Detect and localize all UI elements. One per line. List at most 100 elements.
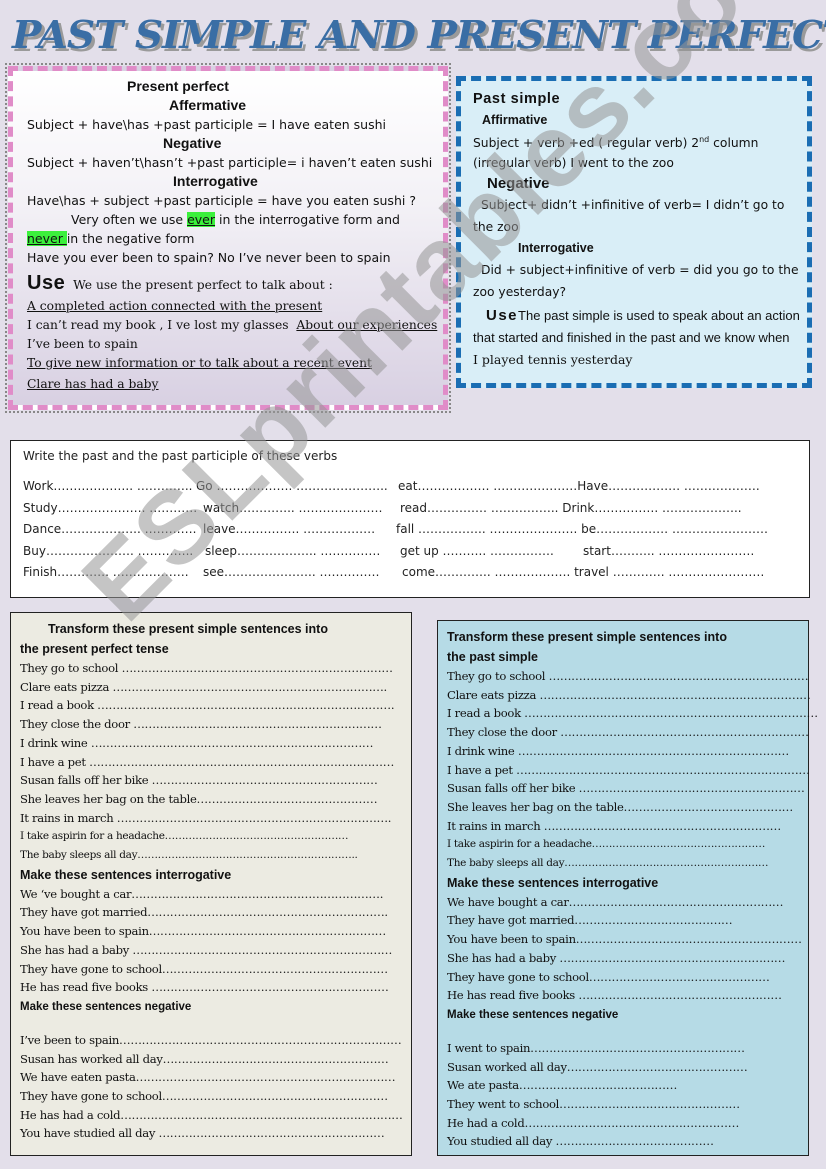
exercise-heading: the past simple xyxy=(447,650,538,664)
verb-cell[interactable]: sleep……………….. …………… xyxy=(205,541,380,563)
negative-heading: Make these sentences negative xyxy=(20,1000,192,1013)
verb-cell[interactable]: read…………… …………….. Drink……………. ……………….. xyxy=(400,498,742,520)
verb-cell[interactable]: see………………….. …………… xyxy=(203,562,379,584)
exercise-item[interactable]: We have eaten pasta………………………………………………………… xyxy=(20,1068,411,1087)
exercise-item[interactable]: Susan worked all day………………………………………… xyxy=(447,1058,808,1077)
exercise-heading: Transform these present simple sentences… xyxy=(48,622,328,636)
exercise-item[interactable]: I read a book …………………………………………………………………… xyxy=(447,704,818,723)
exercise-item[interactable]: I’ve been to spain…………………………………………………………… xyxy=(20,1031,411,1050)
verb-cell[interactable]: Dance……………….. …………. xyxy=(23,519,196,541)
exercise-item[interactable]: They have got married…………………………………………………… xyxy=(20,903,411,922)
note-text: in the negative form xyxy=(66,231,195,246)
negative-heading: Make these sentences negative xyxy=(447,1008,619,1021)
ever-never-note-cont: never in the negative form xyxy=(27,229,443,248)
verb-cell[interactable]: Buy…………………. ………….. xyxy=(23,541,193,563)
verb-cell[interactable]: Work……………….. ………….. xyxy=(23,476,192,498)
exercise-item[interactable]: They went to school………………………………………… xyxy=(447,1095,808,1114)
verbs-exercise-box: Write the past and the past participle o… xyxy=(10,440,810,598)
exercise-item[interactable]: I drink wine ………………………………………………………………… xyxy=(20,734,411,753)
verbs-row: Dance……………….. …………. leave……………. ……………… f… xyxy=(23,519,809,541)
verb-cell[interactable]: Go ………………. ………………….. xyxy=(196,476,388,498)
exercise-item[interactable]: I take aspirin for a headache……………………………… xyxy=(447,835,808,854)
exercise-item[interactable]: You have been to spain………………………………………………… xyxy=(20,922,411,941)
present-perfect-box: Present perfect Affermative Subject + ha… xyxy=(5,63,451,413)
exercise-item[interactable]: I have a pet …………………………………………………………………… xyxy=(447,761,810,780)
past-simple-exercise-box: Transform these present simple sentences… xyxy=(437,620,818,1156)
exercise-item[interactable]: I have a pet ……………………………………………………………………… xyxy=(20,753,411,772)
verb-cell[interactable]: Study…………………. ………… xyxy=(23,498,197,520)
exercise-item[interactable]: It rains in march …………………………………………………………… xyxy=(20,809,411,828)
interrogative-heading: Make these sentences interrogative xyxy=(20,867,232,882)
verbs-row: Finish…………. ………………. see………………….. …………… c… xyxy=(23,562,809,584)
exercise-item[interactable]: You studied all day …………………………………… xyxy=(447,1132,808,1151)
verb-cell[interactable]: Finish…………. ………………. xyxy=(23,562,189,584)
verb-cell[interactable]: get up ……….. ……………. xyxy=(400,541,554,563)
use-text: The past simple is used to speak about a… xyxy=(473,308,800,346)
interrogative-list: We ‘ve bought a car………………………………………………………… xyxy=(20,885,411,997)
exercise-item[interactable]: I drink wine ……………………………………………………………… xyxy=(447,742,808,761)
exercise-item[interactable]: We ‘ve bought a car………………………………………………………… xyxy=(20,885,411,904)
exercise-item[interactable]: They close the door ……………………………………………………… xyxy=(447,723,809,742)
verb-cell[interactable]: fall …………….. …………………. be……………… …………………… xyxy=(396,519,768,541)
verb-cell[interactable]: eat……………… …………………Have……………… ………………. xyxy=(398,476,760,498)
past-simple-heading: Past simple xyxy=(473,91,561,107)
highlight-never: never xyxy=(27,231,67,246)
exercise-item[interactable]: I read a book ……………………………………………………………………… xyxy=(20,696,411,715)
page-title: PAST SIMPLE AND PRESENT PERFECT xyxy=(12,12,826,57)
exercise-item[interactable]: She has had a baby ………………………………………………………… xyxy=(20,941,411,960)
use-3-example: Clare has had a baby xyxy=(27,377,159,391)
use-2: About our experiences xyxy=(296,318,438,332)
verb-cell[interactable]: watch………….. ………………… xyxy=(203,498,383,520)
transform-list: They go to school …………………………………………………………… xyxy=(447,667,818,873)
exercise-item[interactable]: We have bought a car………………………………………………… xyxy=(447,893,808,912)
exercise-item[interactable]: They have gone to school………………………………………… xyxy=(447,968,808,987)
exercise-item[interactable]: Susan falls off her bike ………………………………………… xyxy=(447,779,808,798)
exercise-item[interactable]: She has had a baby …………………………………………………… xyxy=(447,949,808,968)
superscript: nd xyxy=(699,135,710,144)
use-example: I played tennis yesterday xyxy=(473,352,633,368)
exercise-item[interactable]: They go to school …………………………………………………………… xyxy=(20,659,411,678)
use-1-example-row: I can’t read my book , I ve lost my glas… xyxy=(27,316,443,335)
negative-rule: Subject+ didn’t +infinitive of verb= I d… xyxy=(473,198,785,235)
verbs-row: Buy…………………. ………….. sleep……………….. …………… g… xyxy=(23,541,809,563)
exercise-item[interactable]: I went to spain………………………………………………… xyxy=(447,1039,808,1058)
exercise-item[interactable]: She leaves her bag on the table………………………… xyxy=(447,798,808,817)
past-simple-box: Past simple Affirmative Subject + verb +… xyxy=(456,76,812,388)
exercise-item[interactable]: Clare eats pizza ……………………………………………………………… xyxy=(20,678,411,697)
verb-cell[interactable]: start……….. …………………… xyxy=(583,541,754,563)
exercise-item[interactable]: He has had a cold……………………………………………………………… xyxy=(20,1106,411,1125)
verb-cell[interactable]: leave……………. ……………… xyxy=(203,519,375,541)
exercise-item[interactable]: We ate pasta…………………………………… xyxy=(447,1076,808,1095)
exercise-item[interactable]: They have gone to school…………………………………………… xyxy=(20,1087,411,1106)
verb-cell[interactable]: come………….. ………………. travel …………. …………………… xyxy=(402,562,764,584)
use-row: Use We use the present perfect to talk a… xyxy=(27,271,443,297)
exercise-heading: Transform these present simple sentences… xyxy=(447,630,727,644)
exercise-item[interactable]: They close the door ……………………………………………………… xyxy=(20,715,411,734)
exercise-item[interactable]: It rains in march ……………………………………………………… xyxy=(447,817,808,836)
exercise-item[interactable]: They go to school …………………………………………………………… xyxy=(447,667,809,686)
interrogative-list: We have bought a car………………………………………………… T… xyxy=(447,893,808,1005)
exercise-item[interactable]: Clare eats pizza ……………………………………………………………… xyxy=(447,686,811,705)
exercise-item[interactable]: He had a cold………………………………………………… xyxy=(447,1114,808,1133)
use-2-example: I’ve been to spain xyxy=(27,337,138,351)
exercise-item[interactable]: I take aspirin for a headache……………………………… xyxy=(20,827,411,846)
exercise-item[interactable]: They have got married…………………………………… xyxy=(447,911,808,930)
ever-never-note: Very often we use ever in the interrogat… xyxy=(27,210,443,229)
exercise-item[interactable]: You have studied all day ………………………………………… xyxy=(20,1124,411,1143)
exercise-item[interactable]: The baby sleeps all day……………………………………………… xyxy=(20,846,411,865)
exercise-item[interactable]: Susan falls off her bike ………………………………………… xyxy=(20,771,411,790)
exercise-item[interactable]: Susan has worked all day…………………………………………… xyxy=(20,1050,411,1069)
negative-label: Negative xyxy=(487,175,550,193)
exercise-item[interactable]: He has read five books ……………………………………………… xyxy=(447,986,808,1005)
exercise-item[interactable]: She leaves her bag on the table………………………… xyxy=(20,790,411,809)
exercise-item[interactable]: You have been to spain………………………………………………… xyxy=(447,930,808,949)
present-perfect-exercise-box: Transform these present simple sentences… xyxy=(10,612,412,1156)
interrogative-heading: Make these sentences interrogative xyxy=(447,875,659,890)
highlight-ever: ever xyxy=(187,212,216,227)
use-label: Use xyxy=(27,272,66,294)
exercise-item[interactable]: They have gone to school…………………………………………… xyxy=(20,960,411,979)
exercise-item[interactable]: He has read five books ……………………………………………… xyxy=(20,978,411,997)
exercise-item[interactable]: The baby sleeps all day……………………………………………… xyxy=(447,854,808,873)
